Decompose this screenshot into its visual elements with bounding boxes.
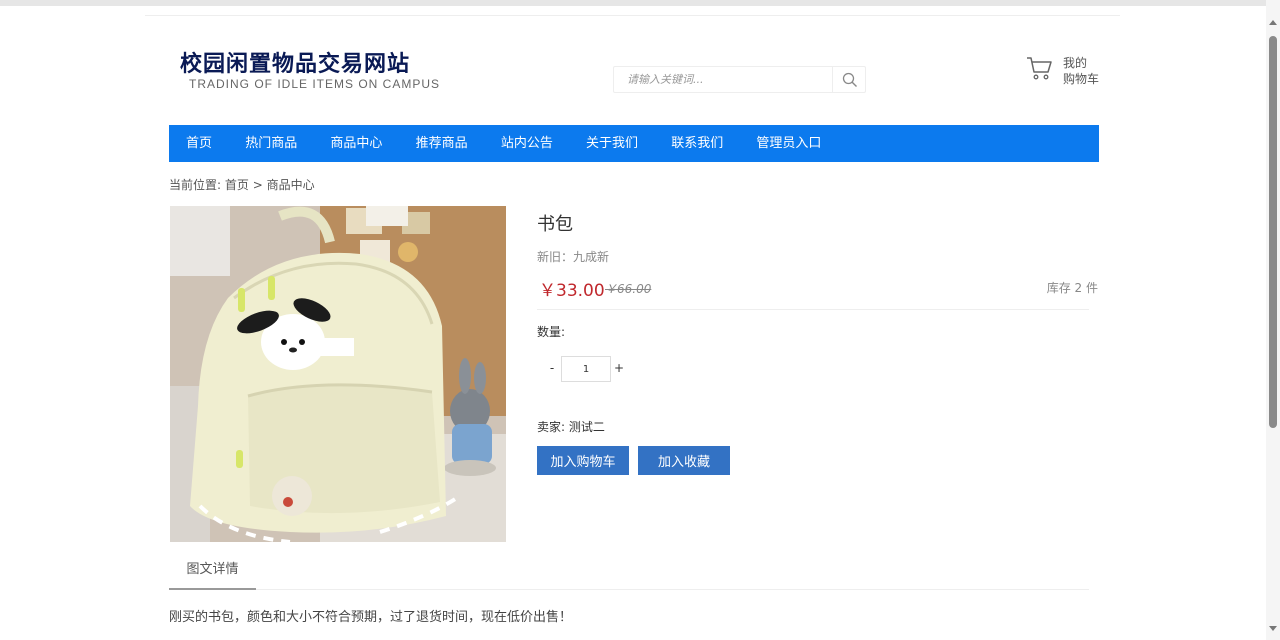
header-divider bbox=[145, 15, 1120, 16]
nav-item-notices[interactable]: 站内公告 bbox=[484, 125, 569, 162]
logo-title: 校园闲置物品交易网站 bbox=[180, 51, 411, 77]
main-nav: 首页 热门商品 商品中心 推荐商品 站内公告 关于我们 联系我们 管理员入口 bbox=[169, 125, 1099, 162]
search-icon bbox=[842, 72, 857, 87]
nav-item-home[interactable]: 首页 bbox=[169, 125, 229, 162]
site-logo[interactable]: 校园闲置物品交易网站 TRADING OF IDLE ITEMS ON CAMP… bbox=[180, 50, 480, 94]
product-image bbox=[170, 206, 506, 542]
scrollbar-thumb[interactable] bbox=[1269, 36, 1277, 428]
price-divider bbox=[537, 309, 1089, 310]
browser-top-border bbox=[0, 0, 1280, 6]
product-title: 书包 bbox=[537, 214, 573, 235]
cart-label-line2: 购物车 bbox=[1063, 72, 1100, 86]
nav-item-admin[interactable]: 管理员入口 bbox=[740, 125, 838, 162]
cart-label-line1: 我的 bbox=[1063, 56, 1088, 70]
my-cart-link[interactable]: 我的 购物车 bbox=[1025, 54, 1105, 88]
seller-info: 卖家: 测试二 bbox=[537, 420, 605, 434]
nav-item-hot[interactable]: 热门商品 bbox=[229, 125, 314, 162]
nav-item-recommended[interactable]: 推荐商品 bbox=[399, 125, 484, 162]
breadcrumb: 当前位置: 首页 > 商品中心 bbox=[169, 176, 315, 193]
add-to-cart-button[interactable]: 加入购物车 bbox=[537, 446, 629, 475]
search-box bbox=[613, 66, 866, 93]
logo-subtitle: TRADING OF IDLE ITEMS ON CAMPUS bbox=[189, 77, 441, 91]
quantity-label: 数量: bbox=[537, 325, 566, 339]
detail-tabs: 图文详情 bbox=[169, 556, 1089, 590]
add-to-favorites-button[interactable]: 加入收藏 bbox=[638, 446, 730, 475]
nav-item-products[interactable]: 商品中心 bbox=[314, 125, 399, 162]
nav-item-contact[interactable]: 联系我们 bbox=[655, 125, 740, 162]
search-button[interactable] bbox=[832, 67, 866, 92]
breadcrumb-current[interactable]: 商品中心 bbox=[267, 178, 315, 192]
quantity-increase-button[interactable]: + bbox=[614, 361, 624, 375]
page-scrollbar[interactable] bbox=[1266, 0, 1280, 640]
product-old-price: ￥66.00 bbox=[605, 282, 652, 296]
scroll-up-arrow-icon[interactable] bbox=[1269, 20, 1277, 25]
cart-icon bbox=[1027, 57, 1052, 80]
breadcrumb-separator: > bbox=[252, 178, 263, 192]
scroll-down-arrow-icon[interactable] bbox=[1269, 626, 1277, 631]
quantity-decrease-button[interactable]: - bbox=[547, 361, 557, 375]
cart-label: 我的 购物车 bbox=[1063, 55, 1105, 87]
search-input[interactable] bbox=[614, 67, 832, 92]
quantity-input[interactable] bbox=[561, 356, 611, 382]
breadcrumb-prefix: 当前位置: bbox=[169, 178, 222, 192]
product-condition: 新旧：九成新 bbox=[537, 250, 610, 264]
product-stock: 库存 2 件 bbox=[1046, 281, 1098, 295]
tab-details[interactable]: 图文详情 bbox=[169, 556, 256, 590]
nav-item-about[interactable]: 关于我们 bbox=[569, 125, 654, 162]
breadcrumb-home-link[interactable]: 首页 bbox=[225, 178, 249, 192]
product-description: 刚买的书包，颜色和大小不符合预期，过了退货时间，现在低价出售！ bbox=[169, 610, 573, 625]
product-price: ￥33.00 bbox=[539, 281, 605, 301]
